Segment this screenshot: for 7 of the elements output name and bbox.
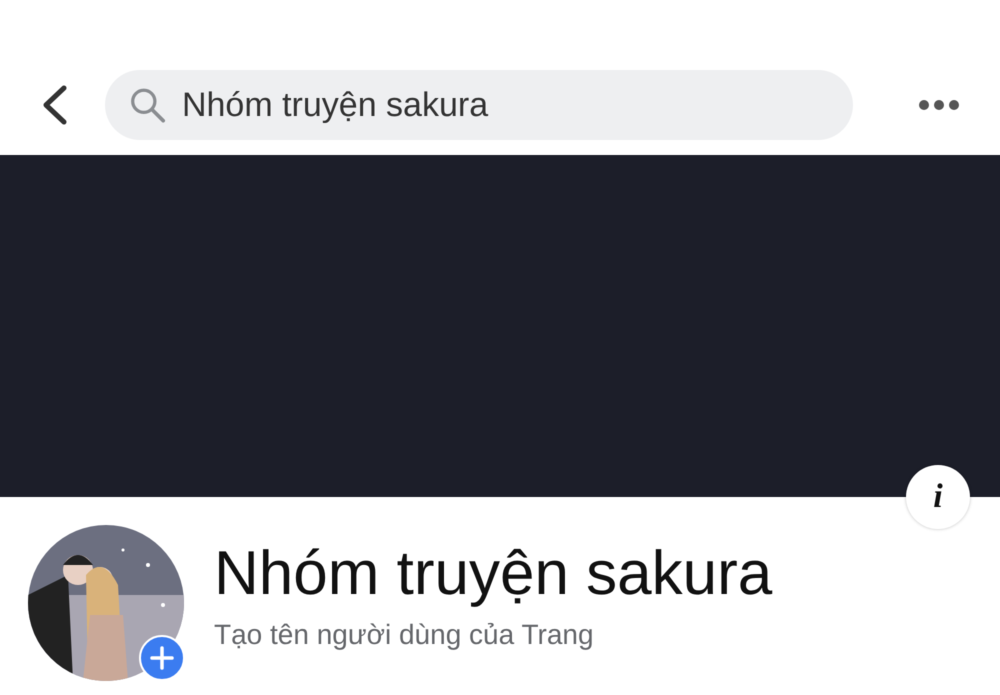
more-icon[interactable] [918, 99, 960, 111]
username-prompt[interactable]: Tạo tên người dùng của Trang [214, 614, 772, 656]
search-input[interactable]: Nhóm truyện sakura [182, 80, 829, 130]
profile-name: Nhóm truyện sakura [214, 540, 772, 608]
info-button[interactable]: i [906, 465, 970, 529]
search-field[interactable]: Nhóm truyện sakura [105, 70, 853, 140]
add-icon[interactable] [139, 635, 185, 681]
